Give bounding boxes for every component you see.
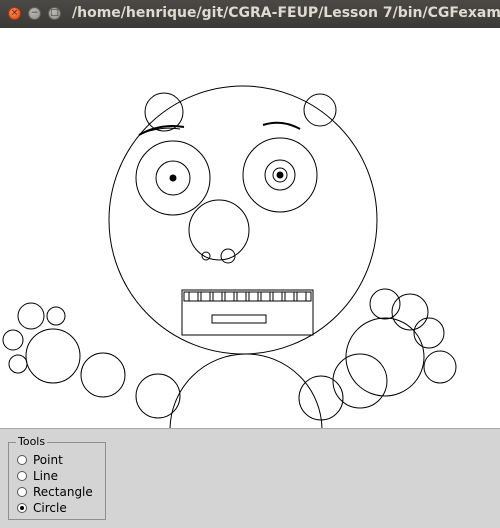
right-hand-circle [332,353,388,409]
close-icon[interactable]: × [8,7,21,20]
tool-option-circle[interactable]: Circle [17,500,67,515]
tool-option-point[interactable]: Point [17,452,63,467]
left-pupil [169,174,177,182]
maximize-icon[interactable]: □ [48,7,61,20]
head-circle [108,85,378,355]
tool-option-rectangle[interactable]: Rectangle [17,484,93,499]
title-bar: × − □ /home/henrique/git/CGRA-FEUP/Lesso… [0,0,500,28]
tool-label: Point [33,452,63,467]
close-glyph: × [10,8,19,18]
radio-rectangle[interactable] [17,486,27,497]
tools-legend: Tools [16,435,48,448]
drawing-surface[interactable] [0,28,500,428]
body-circle [169,353,323,428]
left-bubble-d [8,354,28,374]
tool-label: Line [33,468,59,483]
mouth-rect [181,289,314,336]
left-hand-circle [80,352,126,398]
maximize-glyph: □ [50,8,59,18]
teeth-row [183,291,312,302]
right-nostril [220,248,236,264]
tool-option-line[interactable]: Line [17,468,58,483]
radio-circle[interactable] [17,502,27,513]
minimize-icon[interactable]: − [28,7,41,20]
tongue-rect [211,314,267,324]
right-bubble-d [423,350,457,384]
minimize-glyph: − [30,8,39,18]
teeth [188,291,307,302]
left-bubble-c [2,329,24,351]
right-arm-circle [298,375,344,421]
right-bubble-a [369,288,401,320]
right-eyebrow [262,121,301,130]
radio-point[interactable] [17,454,27,465]
left-bubble-b [46,306,66,326]
left-arm-circle [135,373,181,419]
tools-group: Tools Point Line Rectangle Circle [8,435,106,520]
drawing-canvas[interactable] [0,28,500,428]
tool-label: Rectangle [33,484,93,499]
nose-circle [188,199,250,261]
window-title: /home/henrique/git/CGRA-FEUP/Lesson 7/bi… [72,5,500,21]
left-bubble-a [17,302,45,330]
right-bubble-c [413,317,445,349]
left-bubble-large [25,328,81,384]
radio-dot [20,505,24,510]
radio-line[interactable] [17,470,27,481]
tools-panel: Tools Point Line Rectangle Circle [0,428,500,528]
tool-label: Circle [33,500,67,515]
right-pupil [276,171,284,179]
